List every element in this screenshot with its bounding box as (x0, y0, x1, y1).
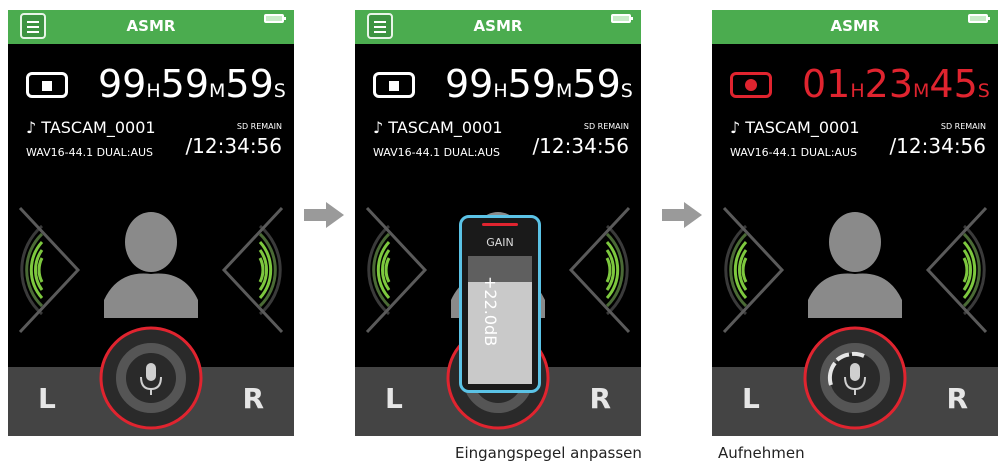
stop-icon[interactable] (26, 72, 68, 98)
screen-gain-adjust: ASMR 99H59M59S ♪ TASCAM_0001 WAV16-44.1 … (355, 10, 641, 436)
gain-handle[interactable] (482, 223, 518, 226)
left-wave-icon (18, 206, 81, 334)
channel-right-label: R (946, 382, 968, 415)
screen-recording: ASMR 01H23M45S ♪ TASCAM_0001 WAV16-44.1 … (712, 10, 998, 436)
listener-head-icon (808, 212, 902, 318)
file-name: ♪ TASCAM_0001 (373, 118, 503, 137)
gain-label: GAIN (486, 236, 514, 249)
gain-level-fill (468, 282, 532, 384)
caption-record: Aufnehmen (718, 444, 805, 462)
channel-right-label: R (242, 382, 264, 415)
input-level-knob[interactable] (802, 325, 908, 431)
channel-left-label: L (38, 382, 56, 415)
right-wave-icon (568, 206, 631, 334)
sd-remain-label: SD REMAIN (583, 122, 629, 131)
right-wave-icon (925, 206, 988, 334)
battery-icon (611, 14, 633, 23)
sd-remain-time: /12:34:56 (532, 134, 629, 158)
sd-remain-label: SD REMAIN (236, 122, 282, 131)
listener-head-icon (104, 212, 198, 318)
battery-icon (264, 14, 286, 23)
app-title: ASMR (830, 17, 880, 35)
sd-remain-time: /12:34:56 (185, 134, 282, 158)
file-format: WAV16-44.1 DUAL:AUS (26, 146, 154, 159)
left-wave-icon (365, 206, 428, 334)
record-icon[interactable] (730, 72, 772, 98)
sd-remain-label: SD REMAIN (940, 122, 986, 131)
gain-slider[interactable]: GAIN +22.0dB (459, 215, 541, 393)
app-title: ASMR (473, 17, 523, 35)
left-wave-icon (722, 206, 785, 334)
file-name: ♪ TASCAM_0001 (730, 118, 860, 137)
battery-icon (968, 14, 990, 23)
gain-value: +22.0dB (481, 276, 500, 347)
channel-left-label: L (385, 382, 403, 415)
stop-icon[interactable] (373, 72, 415, 98)
arrow-right-icon (662, 202, 702, 228)
title-bar: ASMR (712, 10, 998, 44)
channel-left-label: L (742, 382, 760, 415)
file-name: ♪ TASCAM_0001 (26, 118, 156, 137)
counter: 99H59M59S (445, 62, 633, 106)
right-wave-icon (221, 206, 284, 334)
counter: 99H59M59S (98, 62, 286, 106)
channel-right-label: R (589, 382, 611, 415)
title-bar: ASMR (8, 10, 294, 44)
file-format: WAV16-44.1 DUAL:AUS (373, 146, 501, 159)
screen-standby: ASMR 99H59M59S ♪ TASCAM_0001 WAV16-44.1 … (8, 10, 294, 436)
sd-remain-time: /12:34:56 (889, 134, 986, 158)
input-level-knob[interactable] (98, 325, 204, 431)
arrow-right-icon (304, 202, 344, 228)
title-bar: ASMR (355, 10, 641, 44)
counter: 01H23M45S (802, 62, 990, 106)
file-format: WAV16-44.1 DUAL:AUS (730, 146, 858, 159)
app-title: ASMR (126, 17, 176, 35)
caption-adjust-input-level: Eingangspegel anpassen (455, 444, 642, 462)
